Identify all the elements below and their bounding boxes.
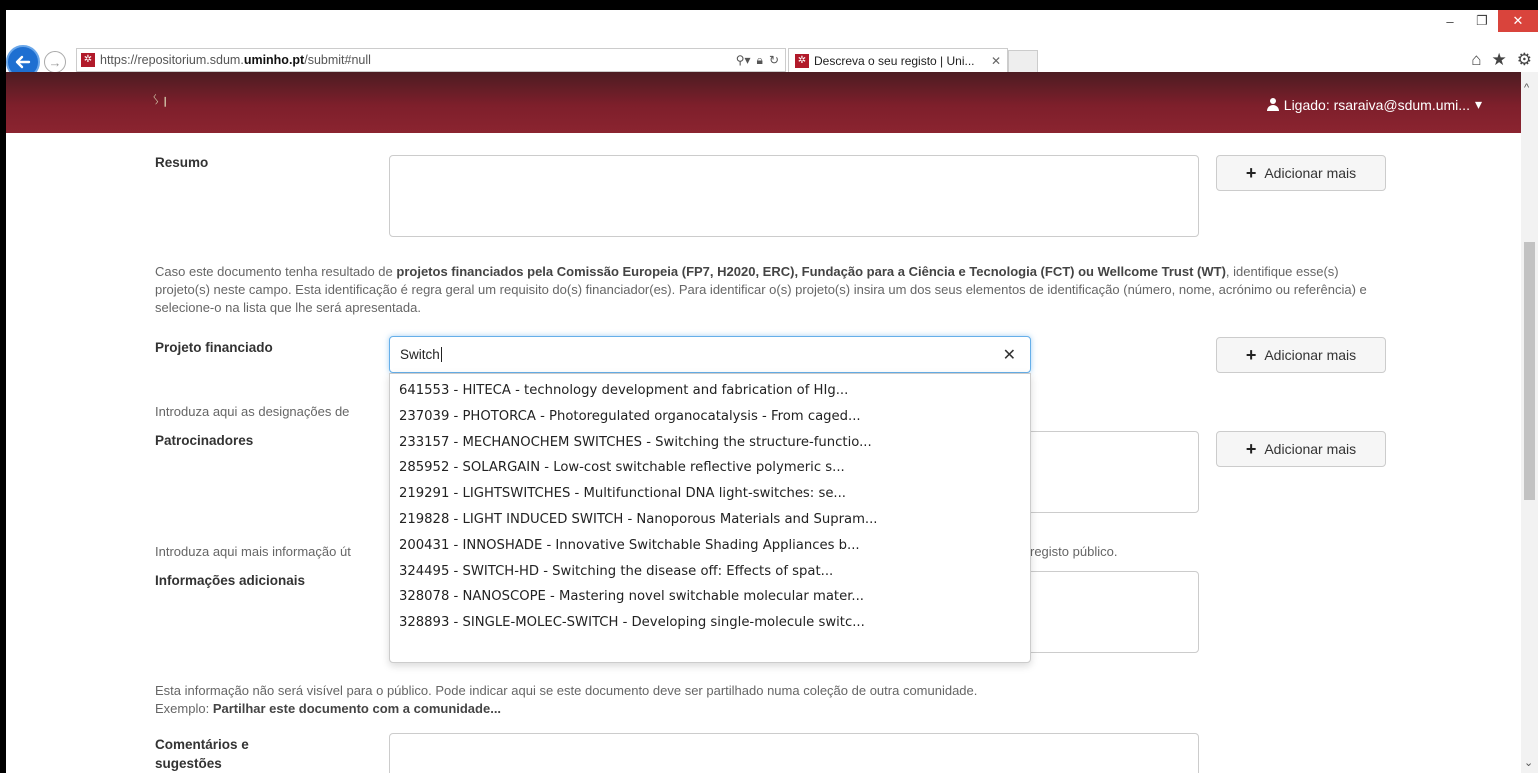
add-more-label: Adicionar mais bbox=[1264, 165, 1357, 181]
close-window-icon[interactable]: ✕ bbox=[1498, 10, 1538, 32]
comments-label: Comentários e sugestões bbox=[155, 737, 249, 771]
add-more-sponsors-button[interactable]: + Adicionar mais bbox=[1216, 431, 1386, 467]
extra-info-label: Informações adicionais bbox=[155, 573, 306, 588]
add-more-project-button[interactable]: + Adicionar mais bbox=[1216, 337, 1386, 373]
plus-icon: + bbox=[1245, 439, 1257, 459]
scroll-up-icon[interactable]: ^ bbox=[1524, 82, 1529, 94]
suggestion-option[interactable]: 641553 - HITECA - technology development… bbox=[390, 378, 1030, 404]
browser-window: – ❐ ✕ → ✲ https://repositorium.sdum.umin… bbox=[6, 10, 1538, 773]
settings-gear-icon[interactable]: ⚙ bbox=[1517, 50, 1532, 70]
address-bar[interactable]: ✲ https://repositorium.sdum.uminho.pt/su… bbox=[76, 48, 786, 72]
suggestion-option[interactable]: 233157 - MECHANOCHEM SWITCHES - Switchin… bbox=[390, 430, 1030, 456]
site-favicon-icon: ✲ bbox=[81, 53, 95, 67]
address-bar-icons: ⚲▾ 🔒︎ ↻ bbox=[736, 53, 785, 68]
window-controls: – ❐ ✕ bbox=[1434, 10, 1538, 34]
sponsors-help-text: Introduza aqui as designações de bbox=[155, 404, 350, 419]
project-help-text: Caso este documento tenha resultado de p… bbox=[155, 264, 1367, 315]
user-icon bbox=[1266, 98, 1279, 111]
comments-textarea[interactable] bbox=[389, 733, 1199, 773]
forward-button[interactable]: → bbox=[44, 51, 66, 73]
suggestion-option[interactable]: 328078 - NANOSCOPE - Mastering novel swi… bbox=[390, 584, 1030, 610]
suggestion-option[interactable]: 328893 - SINGLE-MOLEC-SWITCH - Developin… bbox=[390, 610, 1030, 636]
restore-icon[interactable]: ❐ bbox=[1466, 10, 1498, 32]
search-icon[interactable]: ⚲▾ bbox=[736, 53, 751, 68]
plus-icon: + bbox=[1245, 163, 1257, 183]
add-more-label: Adicionar mais bbox=[1264, 347, 1357, 363]
project-search-input[interactable]: Switch ✕ bbox=[389, 336, 1031, 373]
favorites-star-icon[interactable]: ★ bbox=[1492, 50, 1507, 70]
url-text: https://repositorium.sdum.uminho.pt/subm… bbox=[100, 53, 371, 67]
project-input-value: Switch bbox=[400, 347, 440, 362]
add-more-label: Adicionar mais bbox=[1264, 441, 1357, 457]
refresh-icon[interactable]: ↻ bbox=[769, 53, 779, 68]
suggestion-option[interactable]: 285952 - SOLARGAIN - Low-cost switchable… bbox=[390, 455, 1030, 481]
home-icon[interactable]: ⌂ bbox=[1471, 50, 1481, 70]
extra-info-help-text: Introduza aqui mais informação út bbox=[155, 544, 351, 559]
tab-title: Descreva o seu registo | Uni... bbox=[814, 54, 975, 68]
site-header: ᛊ ꞁ Ligado: rsaraiva@sdum.umi... ▾ bbox=[6, 72, 1538, 133]
arrow-left-icon bbox=[15, 55, 31, 69]
logged-in-text: Ligado: rsaraiva@sdum.umi... bbox=[1283, 96, 1470, 113]
comments-help-text: Esta informação não será visível para o … bbox=[155, 683, 978, 716]
resumo-textarea[interactable] bbox=[389, 155, 1199, 237]
suggestion-option[interactable]: 324495 - SWITCH-HD - Switching the disea… bbox=[390, 559, 1030, 585]
plus-icon: + bbox=[1245, 345, 1257, 365]
project-suggestions-dropdown: 641553 - HITECA - technology development… bbox=[389, 373, 1031, 663]
site-logo[interactable]: ᛊ ꞁ bbox=[152, 92, 182, 114]
suggestion-option[interactable]: 200431 - INNOSHADE - Innovative Switchab… bbox=[390, 533, 1030, 559]
clear-icon[interactable]: ✕ bbox=[1003, 345, 1016, 365]
extra-info-help-tail: registo público. bbox=[1030, 544, 1118, 559]
caret-down-icon: ▾ bbox=[1474, 96, 1482, 112]
text-caret bbox=[440, 347, 442, 362]
minimize-icon[interactable]: – bbox=[1434, 10, 1466, 32]
page-scrollbar[interactable]: ^ ⌄ bbox=[1521, 72, 1538, 773]
sponsors-label: Patrocinadores bbox=[155, 433, 254, 448]
submission-form: Resumo + Adicionar mais Caso este docume… bbox=[6, 133, 1521, 773]
browser-tab[interactable]: ✲ Descreva o seu registo | Uni... ✕ bbox=[788, 48, 1008, 73]
browser-toolbar-icons: ⌂ ★ ⚙ bbox=[1471, 50, 1532, 70]
project-label: Projeto financiado bbox=[155, 340, 273, 355]
resumo-label: Resumo bbox=[155, 155, 209, 170]
browser-chrome: – ❐ ✕ → ✲ https://repositorium.sdum.umin… bbox=[6, 10, 1538, 79]
arrow-right-icon: → bbox=[48, 54, 62, 70]
lock-icon[interactable]: 🔒︎ bbox=[757, 53, 763, 68]
suggestion-option[interactable]: 237039 - PHOTORCA - Photoregulated organ… bbox=[390, 404, 1030, 430]
tab-close-icon[interactable]: ✕ bbox=[991, 54, 1007, 68]
scroll-down-icon[interactable]: ⌄ bbox=[1524, 756, 1533, 769]
suggestion-option[interactable]: 219291 - LIGHTSWITCHES - Multifunctional… bbox=[390, 481, 1030, 507]
new-tab-button[interactable] bbox=[1008, 50, 1038, 73]
tab-favicon-icon: ✲ bbox=[795, 54, 809, 68]
add-more-resumo-button[interactable]: + Adicionar mais bbox=[1216, 155, 1386, 191]
suggestion-option[interactable]: 219828 - LIGHT INDUCED SWITCH - Nanoporo… bbox=[390, 507, 1030, 533]
scroll-thumb[interactable] bbox=[1524, 242, 1535, 500]
user-menu[interactable]: Ligado: rsaraiva@sdum.umi... ▾ bbox=[1266, 96, 1482, 113]
